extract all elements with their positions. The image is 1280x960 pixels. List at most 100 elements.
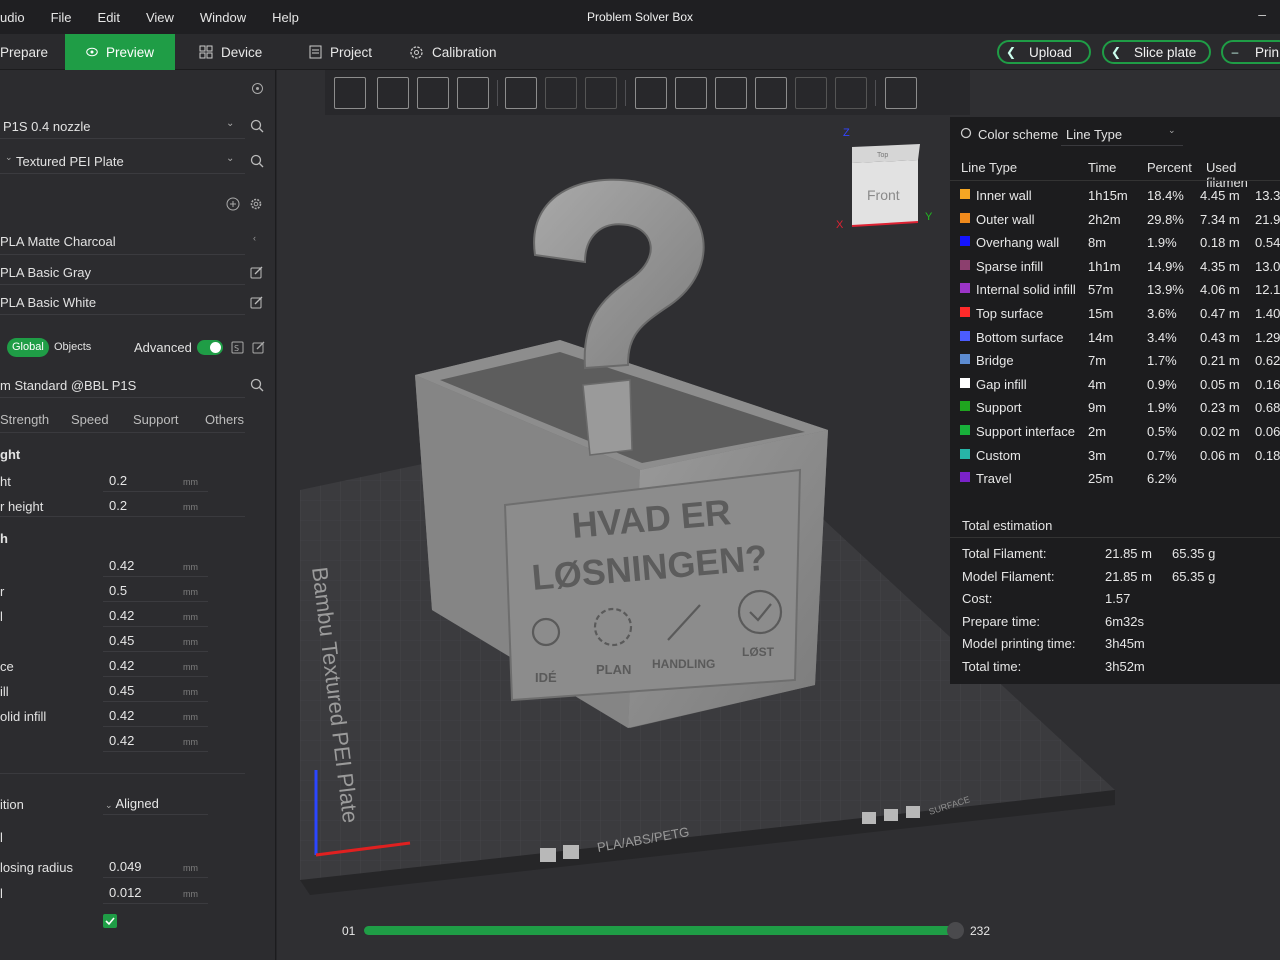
tab-prepare[interactable]: Prepare bbox=[0, 34, 48, 70]
legend-row[interactable]: Custom 3m 0.7% 0.06 m 0.18 bbox=[950, 444, 1280, 467]
option-checkbox[interactable] bbox=[103, 914, 117, 928]
objects-toggle[interactable]: Objects bbox=[54, 341, 91, 353]
tab-support[interactable]: Support bbox=[133, 412, 179, 427]
legend-used-g: 13.0 bbox=[1255, 258, 1280, 274]
gear-icon[interactable] bbox=[248, 196, 264, 212]
filament-1[interactable]: PLA Matte Charcoal ‹ bbox=[0, 228, 256, 255]
tab-strength[interactable]: Strength bbox=[0, 412, 49, 427]
legend-used-g: 1.40 bbox=[1255, 306, 1280, 321]
box-icon-ide: IDÉ bbox=[535, 670, 557, 685]
color-scheme-select[interactable]: Line Type ⌄ bbox=[1061, 122, 1183, 146]
compare-icon[interactable]: S bbox=[229, 339, 245, 355]
menu-edit[interactable]: Edit bbox=[98, 10, 120, 25]
filament-2-name: PLA Basic Gray bbox=[0, 265, 92, 280]
view-cube[interactable]: Top Front X Y Z bbox=[836, 127, 933, 231]
split-icon[interactable] bbox=[505, 77, 537, 109]
menu-view[interactable]: View bbox=[146, 10, 174, 25]
calibration-icon bbox=[410, 45, 423, 59]
legend-swatch bbox=[960, 330, 970, 341]
legend-row[interactable]: Bridge 7m 1.7% 0.21 m 0.62 bbox=[950, 349, 1280, 372]
color-scheme-label: Color scheme bbox=[978, 127, 1059, 142]
legend-swatch bbox=[960, 259, 970, 270]
tab-others[interactable]: Others bbox=[205, 412, 244, 427]
measure-icon[interactable] bbox=[795, 77, 827, 109]
legend-row[interactable]: Travel 25m 6.2% bbox=[950, 467, 1280, 490]
seam-paint-icon[interactable] bbox=[585, 77, 617, 109]
legend-row[interactable]: Internal solid infill 57m 13.9% 4.06 m 12.1 bbox=[950, 278, 1280, 301]
legend-row[interactable]: Bottom surface 14m 3.4% 0.43 m 1.29 bbox=[950, 326, 1280, 349]
slice-plate-button[interactable]: ❮ Slice plate bbox=[1102, 40, 1211, 64]
edit-icon[interactable] bbox=[248, 264, 264, 280]
view-cube-front: Front bbox=[867, 187, 900, 203]
seam-position-select[interactable]: ⌄ Aligned bbox=[103, 793, 208, 815]
plate-select[interactable]: ⌄ Textured PEI Plate ⌄ bbox=[0, 147, 245, 174]
add-filament-icon[interactable] bbox=[225, 196, 241, 212]
legend-percent: 0.9% bbox=[1147, 376, 1177, 392]
estimation-value: 21.85 m bbox=[1105, 546, 1152, 561]
assembly-icon[interactable] bbox=[885, 77, 917, 109]
sync-icon[interactable] bbox=[249, 80, 265, 96]
print-button[interactable]: – Prin bbox=[1221, 40, 1280, 64]
layer-slider-track[interactable] bbox=[364, 926, 956, 935]
legend-row[interactable]: Sparse infill 1h1m 14.9% 4.35 m 13.0 bbox=[950, 255, 1280, 278]
minimize-button[interactable]: – bbox=[1258, 6, 1266, 22]
menu-app[interactable]: udio bbox=[0, 10, 25, 25]
move-icon[interactable] bbox=[635, 77, 667, 109]
support-paint-icon[interactable] bbox=[545, 77, 577, 109]
tab-device[interactable]: Device bbox=[199, 34, 262, 70]
rotate-icon[interactable] bbox=[715, 77, 747, 109]
box-icon-plan: PLAN bbox=[596, 662, 631, 677]
tab-preview[interactable]: Preview bbox=[65, 34, 175, 70]
global-toggle[interactable]: Global bbox=[7, 338, 49, 357]
viewport-toolbar bbox=[325, 70, 970, 115]
legend-used-g: 12.1 bbox=[1255, 282, 1280, 298]
search-icon[interactable] bbox=[249, 153, 265, 169]
edit-icon[interactable] bbox=[250, 339, 266, 355]
arrange-icon[interactable] bbox=[377, 77, 409, 109]
legend-row[interactable]: Inner wall 1h15m 18.4% 4.45 m 13.3 bbox=[950, 184, 1280, 207]
section-layer-height: ght bbox=[0, 447, 21, 462]
view-cube-x: X bbox=[836, 219, 844, 231]
printer-select[interactable]: P1S 0.4 nozzle ⌄ bbox=[0, 112, 245, 139]
menu-window[interactable]: Window bbox=[200, 10, 246, 25]
legend-header-time: Time bbox=[1088, 160, 1117, 175]
cube-view-icon[interactable] bbox=[334, 77, 366, 109]
advanced-switch[interactable] bbox=[197, 340, 223, 355]
line-width-label: r bbox=[0, 584, 5, 599]
menu-file[interactable]: File bbox=[51, 10, 72, 25]
layer-slider-handle[interactable] bbox=[947, 922, 964, 939]
scale-icon[interactable] bbox=[675, 77, 707, 109]
legend-percent: 6.2% bbox=[1147, 471, 1177, 487]
process-select[interactable]: m Standard @BBL P1S bbox=[0, 371, 245, 398]
edit-icon[interactable] bbox=[248, 294, 264, 310]
legend-row[interactable]: Outer wall 2h2m 29.8% 7.34 m 21.9 bbox=[950, 208, 1280, 231]
legend-line-type: Outer wall bbox=[976, 211, 1035, 227]
legend-used-g: 0.68 bbox=[1255, 400, 1280, 416]
tab-project[interactable]: Project bbox=[309, 34, 372, 70]
estimation-value-secondary: 65.35 g bbox=[1172, 568, 1216, 584]
search-icon[interactable] bbox=[249, 118, 265, 134]
filament-2[interactable]: PLA Basic Gray bbox=[0, 258, 245, 285]
section-line-width: h bbox=[0, 531, 8, 546]
layout-icon[interactable] bbox=[457, 77, 489, 109]
text-icon[interactable] bbox=[835, 77, 867, 109]
legend-used-m: 0.06 m bbox=[1200, 447, 1240, 463]
unit-label: mm bbox=[183, 637, 198, 647]
legend-used-g: 1.29 bbox=[1255, 329, 1280, 345]
legend-row[interactable]: Support 9m 1.9% 0.23 m 0.68 bbox=[950, 396, 1280, 419]
filament-3[interactable]: PLA Basic White bbox=[0, 288, 245, 315]
legend-row[interactable]: Overhang wall 8m 1.9% 0.18 m 0.54 bbox=[950, 231, 1280, 254]
menu-help[interactable]: Help bbox=[272, 10, 299, 25]
legend-row[interactable]: Gap infill 4m 0.9% 0.05 m 0.16 bbox=[950, 373, 1280, 396]
legend-row[interactable]: Support interface 2m 0.5% 0.02 m 0.06 bbox=[950, 420, 1280, 443]
cut-icon[interactable] bbox=[755, 77, 787, 109]
tab-calibration[interactable]: Calibration bbox=[409, 34, 497, 70]
legend-swatch bbox=[960, 354, 970, 365]
tab-speed[interactable]: Speed bbox=[71, 412, 109, 427]
search-icon[interactable] bbox=[249, 377, 265, 393]
tab-preview-label: Preview bbox=[105, 44, 154, 60]
orient-icon[interactable] bbox=[417, 77, 449, 109]
settings-icon[interactable] bbox=[960, 127, 972, 139]
legend-row[interactable]: Top surface 15m 3.6% 0.47 m 1.40 bbox=[950, 302, 1280, 325]
upload-button[interactable]: ❮ Upload bbox=[997, 40, 1091, 64]
